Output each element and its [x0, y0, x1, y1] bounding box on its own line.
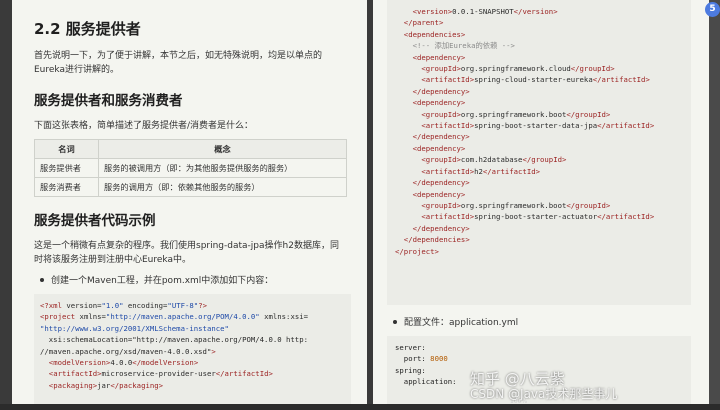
- code-line: <dependency>: [412, 143, 466, 153]
- code-line: <dependency>: [412, 98, 466, 108]
- code-intro-paragraph: 这是一个稍微有点复杂的程序。我们使用spring-data-jpa操作h2数据库…: [34, 241, 339, 265]
- bullet-dot-icon: [40, 277, 44, 282]
- code-line: <groupId>org.springframework.cloud</grou…: [421, 64, 615, 74]
- table-row: 服务提供者 服务的被调用方（即：为其他服务提供服务的服务）: [34, 158, 347, 178]
- code-line: </dependency>: [412, 223, 470, 233]
- intro-paragraph: 首先说明一下，为了便于讲解，本节之后，如无特殊说明，均是以单点的Eureka进行…: [34, 51, 323, 75]
- code-line: </dependency>: [412, 132, 470, 142]
- table-intro-paragraph: 下面这张表格，简单描述了服务提供者/消费者是什么：: [34, 121, 254, 131]
- table-header-row: 名词 概念: [34, 139, 347, 159]
- table-cell: 服务消费者: [34, 177, 99, 197]
- maven-bullet: 创建一个Maven工程，并在pom.xml中添加如下内容：: [40, 273, 347, 286]
- code-line: <groupId>org.springframework.boot</group…: [421, 109, 611, 119]
- code-line: <groupId>org.springframework.boot</group…: [421, 200, 611, 210]
- code-line: </dependencies>: [403, 235, 470, 245]
- code-line: port: 8000: [403, 354, 448, 364]
- code-line: <artifactId>microservice-provider-user</…: [48, 369, 273, 379]
- table-header: 概念: [98, 139, 347, 159]
- config-bullet-text: 配置文件：application.yml: [404, 318, 519, 328]
- code-line: server:: [395, 343, 426, 352]
- watermark: 知乎 @八云紫 CSDN @Java技术那些事儿: [470, 368, 617, 402]
- code-line: "http://www.w3.org/2001/XMLSchema-instan…: [40, 323, 229, 333]
- bullet-dot-icon: [393, 319, 397, 324]
- code-line: <packaging>jar</packaging>: [48, 380, 164, 390]
- concepts-heading: 服务提供者和服务消费者: [34, 93, 183, 109]
- code-line: </dependency>: [412, 178, 470, 188]
- viewer-sidebar: [709, 0, 720, 410]
- code-line: <dependency>: [412, 189, 466, 199]
- code-line: <artifactId>spring-cloud-starter-eureka<…: [421, 75, 650, 85]
- table-row: 服务消费者 服务的调用方（即：依赖其他服务的服务）: [34, 177, 347, 197]
- code-line: </parent>: [403, 18, 444, 28]
- config-bullet: 配置文件：application.yml: [393, 315, 691, 328]
- section-title: 2.2 服务提供者: [34, 20, 141, 38]
- document-page-left: 2.2 服务提供者 首先说明一下，为了便于讲解，本节之后，如无特殊说明，均是以单…: [12, 0, 367, 404]
- pom-dependencies-code-block: <version>0.0.1-SNAPSHOT</version> </pare…: [387, 0, 691, 305]
- code-line: xsi:schemaLocation="http://maven.apache.…: [40, 335, 308, 345]
- code-line: <modelVersion>4.0.0</modelVersion>: [48, 358, 199, 368]
- code-line: <artifactId>h2</artifactId>: [421, 166, 541, 176]
- code-example-heading: 服务提供者代码示例: [34, 213, 156, 229]
- table-header: 名词: [34, 139, 99, 159]
- code-line: <dependency>: [412, 52, 466, 62]
- code-line: <version>0.0.1-SNAPSHOT</version>: [412, 7, 558, 16]
- table-cell: 服务的被调用方（即：为其他服务提供服务的服务）: [98, 158, 347, 178]
- code-line: <dependencies>: [403, 29, 466, 39]
- document-page-right: <version>0.0.1-SNAPSHOT</version> </pare…: [373, 0, 709, 404]
- code-line: <?xml version="1.0" encoding="UTF-8"?>: [40, 301, 207, 310]
- maven-bullet-text: 创建一个Maven工程，并在pom.xml中添加如下内容：: [51, 276, 274, 286]
- assistant-button-icon[interactable]: 5: [705, 2, 720, 17]
- table-cell: 服务提供者: [34, 158, 99, 178]
- provider-consumer-table: 名词 概念 服务提供者 服务的被调用方（即：为其他服务提供服务的服务） 服务消费…: [34, 139, 347, 197]
- code-line: </project>: [395, 246, 439, 256]
- code-line: <!-- 添加Eureka的依赖 -->: [395, 41, 515, 51]
- viewer-bottom-bar: [0, 404, 720, 410]
- table-cell: 服务的调用方（即：依赖其他服务的服务）: [98, 177, 347, 197]
- code-line: <project xmlns="http://maven.apache.org/…: [40, 312, 309, 322]
- code-line: </dependency>: [412, 86, 470, 96]
- code-line: <artifactId>spring-boot-starter-data-jpa…: [421, 121, 655, 131]
- code-line: <groupId>com.h2database</groupId>: [421, 155, 567, 165]
- pom-code-block: <?xml version="1.0" encoding="UTF-8"?> <p…: [34, 294, 351, 404]
- code-line: <artifactId>spring-boot-starter-actuator…: [421, 212, 655, 222]
- code-line: //maven.apache.org/xsd/maven-4.0.0.xsd">: [40, 346, 216, 356]
- watermark-csdn: CSDN @Java技术那些事儿: [470, 387, 618, 401]
